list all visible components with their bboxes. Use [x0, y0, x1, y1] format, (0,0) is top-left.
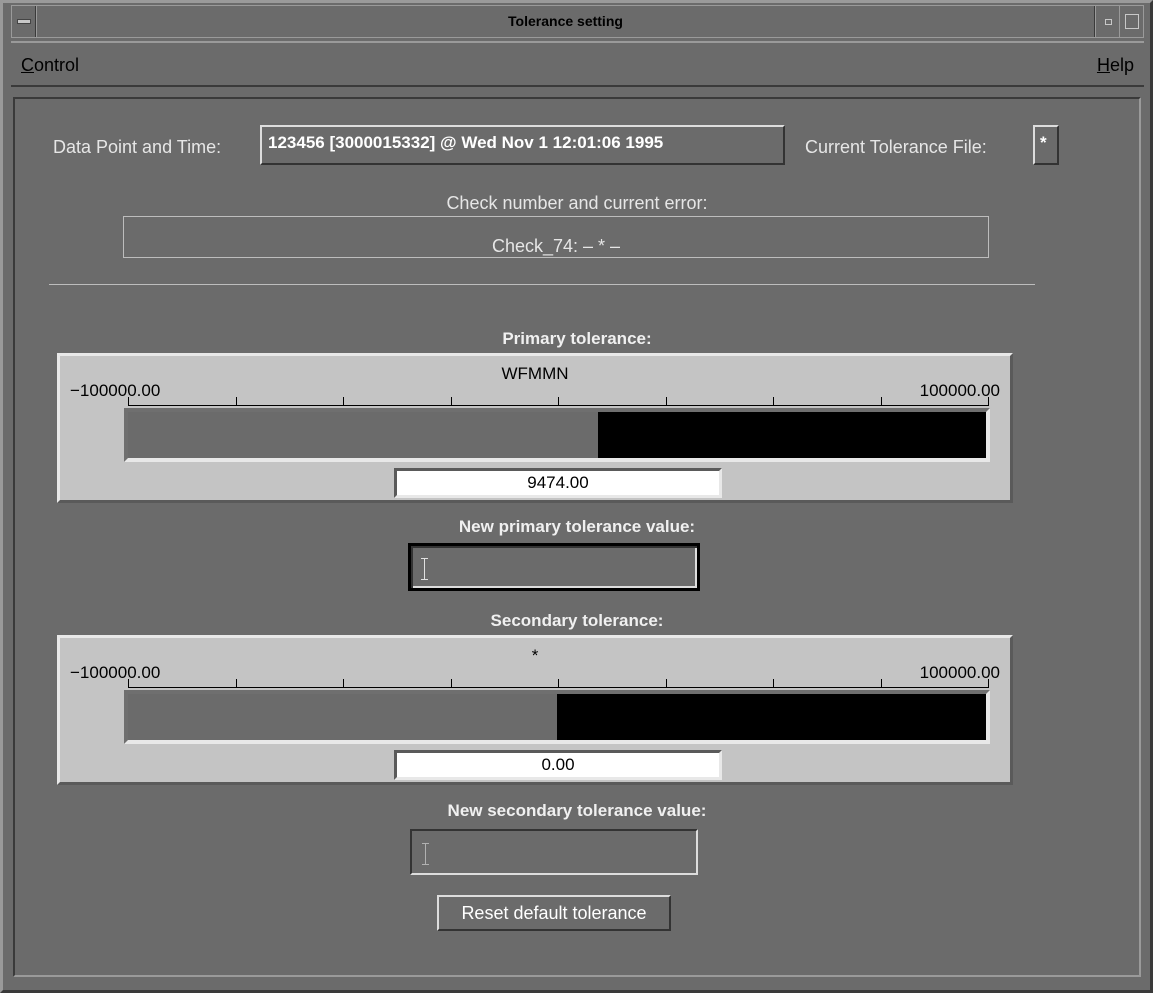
primary-scale-ticks — [128, 394, 989, 406]
scale-tick — [450, 397, 452, 406]
menu-help[interactable]: Help — [1097, 55, 1134, 76]
secondary-value-display: 0.00 — [394, 750, 722, 780]
scale-tick — [880, 679, 882, 688]
text-cursor-icon — [422, 843, 430, 865]
scale-tick — [558, 679, 559, 688]
window-menu-icon[interactable] — [12, 6, 36, 37]
secondary-slider-fill — [557, 694, 986, 740]
tolerance-file-label: Current Tolerance File: — [805, 137, 987, 157]
scale-tick — [128, 397, 129, 406]
minimize-icon[interactable] — [1095, 6, 1119, 37]
scale-tick — [988, 679, 989, 688]
divider — [49, 284, 1035, 285]
secondary-tolerance-title: Secondary tolerance: — [490, 611, 664, 630]
menu-help-mnemonic: H — [1096, 55, 1110, 75]
menu-help-rest: elp — [1109, 55, 1134, 75]
menu-control-rest: ontrol — [34, 55, 80, 75]
secondary-tolerance-scale: * −100000.00 100000.00 0.00 — [57, 635, 1013, 785]
scale-tick — [235, 397, 237, 406]
text-cursor-icon — [421, 558, 429, 580]
data-point-value: 123456 [3000015332] @ Wed Nov 1 12:01:06… — [260, 125, 785, 165]
scale-tick — [665, 679, 667, 688]
scale-tick — [773, 397, 774, 406]
scale-tick — [665, 397, 667, 406]
window-title: Tolerance setting — [36, 6, 1095, 37]
secondary-slider-trough[interactable] — [124, 690, 990, 744]
check-error-title-text: Check number and current error: — [440, 193, 714, 213]
maximize-icon[interactable] — [1119, 6, 1143, 37]
scale-tick — [235, 679, 237, 688]
reset-default-tolerance-button[interactable]: Reset default tolerance — [437, 895, 671, 931]
menu-control-mnemonic: C — [21, 55, 34, 75]
menu-bar: Control Help — [11, 41, 1144, 87]
check-error-value: Check_74: – * – — [491, 236, 621, 256]
primary-scale-name: WFMMN — [501, 364, 569, 383]
data-point-label: Data Point and Time: — [53, 137, 222, 157]
primary-tolerance-scale: WFMMN −100000.00 100000.00 9474.00 — [57, 353, 1013, 503]
scale-tick — [558, 397, 559, 406]
scale-tick — [343, 679, 344, 688]
scale-tick — [880, 397, 882, 406]
new-primary-label: New primary tolerance value: — [458, 517, 696, 536]
check-error-title: Check number and current error: — [15, 193, 1139, 214]
tolerance-file-value: * — [1033, 125, 1059, 165]
scale-tick — [128, 679, 129, 688]
title-bar[interactable]: Tolerance setting — [11, 5, 1144, 38]
tolerance-window: Tolerance setting Control Help Data Poin… — [0, 0, 1153, 993]
primary-tolerance-title: Primary tolerance: — [502, 329, 652, 348]
secondary-scale-ticks — [128, 676, 989, 688]
primary-value-display: 9474.00 — [394, 468, 722, 498]
new-primary-input[interactable] — [408, 543, 700, 591]
primary-slider-fill — [597, 412, 986, 458]
menu-control[interactable]: Control — [21, 55, 79, 76]
new-secondary-label: New secondary tolerance value: — [447, 801, 707, 820]
new-secondary-input[interactable] — [410, 829, 698, 875]
secondary-scale-name: * — [531, 646, 539, 665]
scale-tick — [773, 679, 774, 688]
scale-tick — [988, 397, 989, 406]
scale-tick — [450, 679, 452, 688]
primary-slider-trough[interactable] — [124, 408, 990, 462]
main-panel: Data Point and Time: 123456 [3000015332]… — [13, 97, 1141, 977]
scale-tick — [343, 397, 344, 406]
